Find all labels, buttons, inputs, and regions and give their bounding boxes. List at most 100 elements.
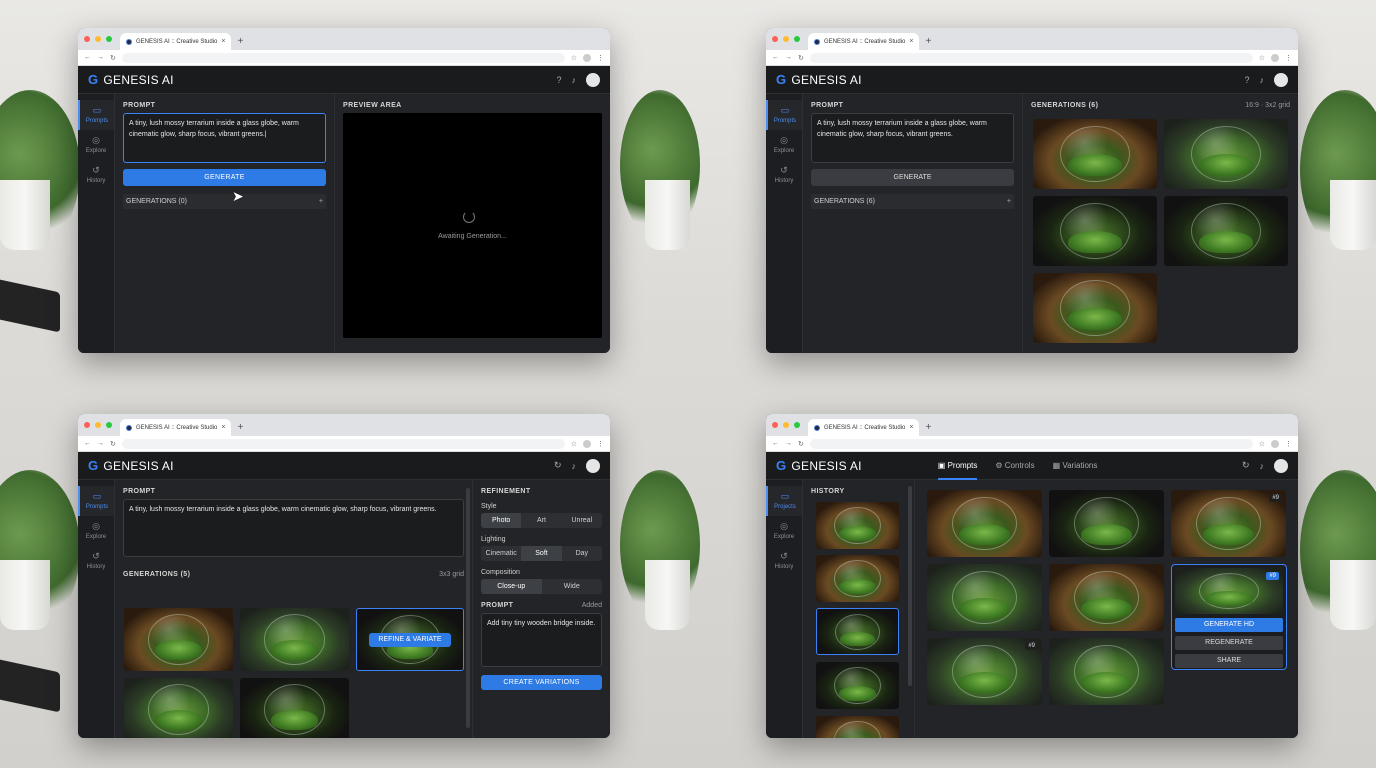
browser-tab[interactable]: GENESIS AI :: Creative Studio × [808, 419, 920, 436]
minimize-dot[interactable] [95, 36, 101, 42]
generation-thumb-4[interactable] [124, 678, 233, 738]
generation-thumb-4[interactable] [1164, 196, 1288, 266]
add-icon[interactable]: + [1007, 198, 1011, 205]
close-dot[interactable] [772, 36, 778, 42]
refresh-icon[interactable]: ↻ [554, 460, 562, 471]
browser-tab[interactable]: GENESIS AI :: Creative Studio × [120, 33, 232, 50]
rail-item-explore[interactable]: ◎ Explore [78, 130, 114, 160]
history-thumb-2[interactable] [816, 555, 899, 602]
maximize-dot[interactable] [794, 422, 800, 428]
style-option-art[interactable]: Art [521, 513, 561, 528]
bell-icon[interactable]: ♪ [1260, 75, 1265, 85]
rail-item-prompts[interactable]: ▭ Prompts [78, 100, 114, 130]
address-bar[interactable] [809, 52, 1253, 63]
refine-variate-button[interactable]: REFINE & VARIATE [369, 633, 451, 647]
back-icon[interactable]: ← [84, 440, 91, 447]
selected-variation-image[interactable]: #9 [1175, 568, 1283, 614]
bell-icon[interactable]: ♪ [1260, 461, 1265, 471]
variation-thumb-5[interactable] [1049, 564, 1164, 631]
variation-thumb-3[interactable]: #9 [1171, 490, 1286, 557]
new-tab-button[interactable]: + [237, 422, 243, 433]
forward-icon[interactable]: → [785, 440, 792, 447]
prompt-input[interactable]: A tiny, lush mossy terrarium inside a gl… [123, 113, 326, 163]
bell-icon[interactable]: ♪ [572, 461, 577, 471]
browser-tab[interactable]: GENESIS AI :: Creative Studio × [120, 419, 232, 436]
tab-close-icon[interactable]: × [221, 424, 225, 431]
profile-icon[interactable] [1271, 439, 1279, 448]
variation-thumb-4[interactable] [927, 564, 1042, 631]
avatar[interactable] [1274, 72, 1288, 87]
close-dot[interactable] [84, 36, 90, 42]
rail-item-projects[interactable]: ▭ Projects [766, 486, 802, 516]
profile-icon[interactable] [583, 439, 591, 448]
tab-close-icon[interactable]: × [221, 38, 225, 45]
maximize-dot[interactable] [106, 422, 112, 428]
scrollbar[interactable] [466, 488, 470, 728]
generation-thumb-2[interactable] [1164, 119, 1288, 189]
share-button[interactable]: SHARE [1175, 654, 1283, 668]
profile-icon[interactable] [583, 53, 591, 62]
back-icon[interactable]: ← [84, 54, 91, 61]
address-bar[interactable] [121, 52, 565, 63]
star-icon[interactable]: ☆ [571, 54, 577, 62]
reload-icon[interactable]: ↻ [110, 54, 116, 62]
reload-icon[interactable]: ↻ [798, 440, 804, 448]
variation-thumb-2[interactable] [1049, 490, 1164, 557]
variation-thumb-7[interactable]: #9 [927, 638, 1042, 705]
generations-row[interactable]: GENERATIONS (6) + [811, 194, 1014, 209]
generation-thumb-1[interactable] [1033, 119, 1157, 189]
close-dot[interactable] [772, 422, 778, 428]
generation-thumb-5[interactable] [1033, 273, 1157, 343]
style-option-unreal[interactable]: Unreal [562, 513, 602, 528]
menu-icon[interactable]: ⋮ [597, 54, 604, 62]
new-tab-button[interactable]: + [925, 422, 931, 433]
rail-item-prompts[interactable]: ▭ Prompts [78, 486, 114, 516]
history-thumb-5[interactable] [816, 716, 899, 738]
tab-prompts[interactable]: ▣ Prompts [937, 452, 978, 480]
lighting-option-cinematic[interactable]: Cinematic [481, 546, 521, 561]
new-tab-button[interactable]: + [925, 36, 931, 47]
variation-thumb-8[interactable] [1049, 638, 1164, 705]
generation-thumb-2[interactable] [240, 608, 349, 671]
rail-item-history[interactable]: ↺ History [78, 546, 114, 576]
avatar[interactable] [586, 72, 600, 87]
composition-option-closeup[interactable]: Close-up [481, 579, 542, 594]
rail-item-prompts[interactable]: ▭ Prompts [766, 100, 802, 130]
style-option-photo[interactable]: Photo [481, 513, 522, 528]
address-bar[interactable] [121, 438, 565, 449]
rail-item-explore[interactable]: ◎ Explore [78, 516, 114, 546]
rail-item-explore[interactable]: ◎ Explore [766, 516, 802, 546]
minimize-dot[interactable] [783, 422, 789, 428]
address-bar[interactable] [809, 438, 1253, 449]
generation-thumb-1[interactable] [124, 608, 233, 671]
maximize-dot[interactable] [106, 36, 112, 42]
generations-row[interactable]: GENERATIONS (0) + [123, 194, 326, 209]
tab-variations[interactable]: ▦ Variations [1053, 461, 1098, 470]
profile-icon[interactable] [1271, 53, 1279, 62]
history-thumb-selected[interactable] [816, 608, 899, 655]
history-scrollbar[interactable] [908, 486, 912, 686]
generation-thumb-selected[interactable]: REFINE & VARIATE [356, 608, 464, 671]
menu-icon[interactable]: ⋮ [597, 440, 604, 448]
help-icon[interactable]: ? [556, 75, 561, 85]
add-icon[interactable]: + [319, 198, 323, 205]
new-tab-button[interactable]: + [237, 36, 243, 47]
history-thumb-1[interactable] [816, 502, 899, 549]
maximize-dot[interactable] [794, 36, 800, 42]
rail-item-history[interactable]: ↺ History [78, 160, 114, 190]
variation-thumb-1[interactable] [927, 490, 1042, 557]
prompt-input[interactable]: A tiny, lush mossy terrarium inside a gl… [811, 113, 1014, 163]
minimize-dot[interactable] [95, 422, 101, 428]
menu-icon[interactable]: ⋮ [1285, 54, 1292, 62]
forward-icon[interactable]: → [785, 54, 792, 61]
regenerate-button[interactable]: REGENERATE [1175, 636, 1283, 650]
create-variations-button[interactable]: CREATE VARIATIONS [481, 675, 602, 690]
tab-close-icon[interactable]: × [909, 424, 913, 431]
avatar[interactable] [1274, 458, 1288, 473]
help-icon[interactable]: ? [1244, 75, 1249, 85]
composition-option-wide[interactable]: Wide [542, 579, 603, 594]
forward-icon[interactable]: → [97, 54, 104, 61]
close-dot[interactable] [84, 422, 90, 428]
back-icon[interactable]: ← [772, 54, 779, 61]
refine-prompt-input[interactable]: Add tiny tiny wooden bridge inside. [481, 613, 602, 667]
